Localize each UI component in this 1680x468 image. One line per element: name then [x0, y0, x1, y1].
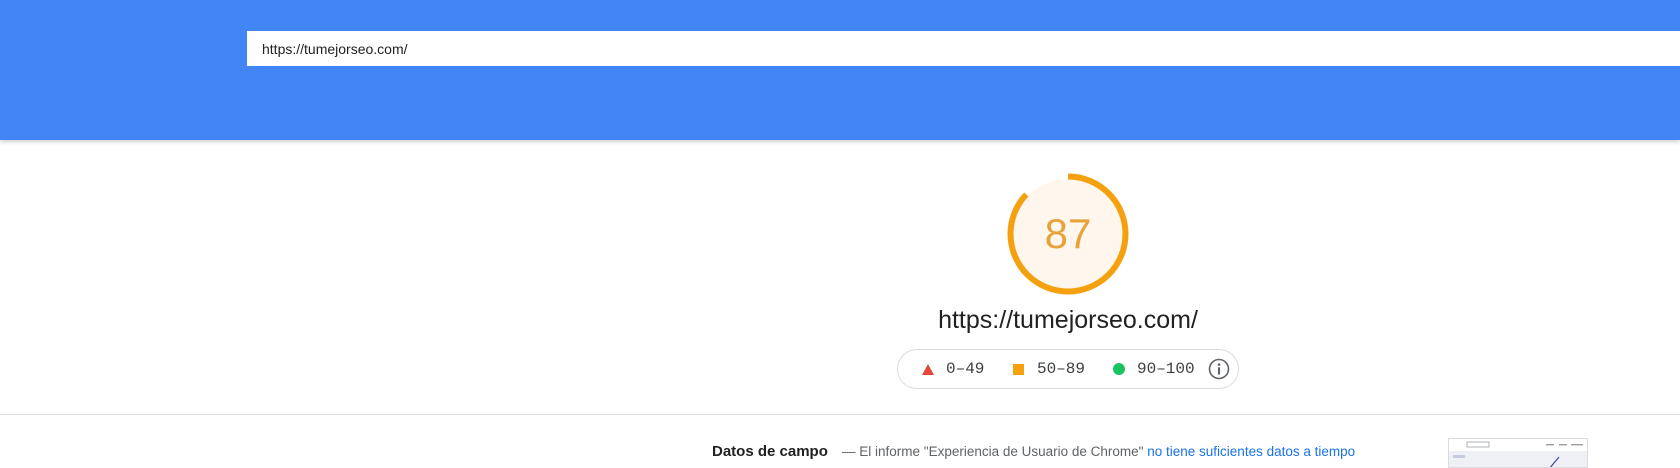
square-average-icon — [1013, 364, 1024, 375]
field-data-dash: — — [842, 444, 856, 459]
page-screenshot-thumbnail — [1448, 438, 1588, 468]
audited-url: https://tumejorseo.com/ — [938, 306, 1198, 334]
field-data-title: Datos de campo — [712, 443, 828, 460]
triangle-fail-icon — [922, 364, 934, 375]
legend-label-pass: 90–100 — [1137, 360, 1195, 378]
performance-score-gauge: 87 — [1005, 171, 1131, 297]
circle-pass-icon — [1113, 363, 1125, 375]
header-bar — [0, 0, 1680, 140]
url-input[interactable] — [247, 31, 1680, 66]
section-divider — [0, 414, 1680, 415]
score-legend: 0–49 50–89 90–100 — [897, 349, 1239, 389]
info-icon[interactable] — [1208, 358, 1230, 380]
legend-label-average: 50–89 — [1037, 360, 1086, 378]
legend-label-fail: 0–49 — [946, 360, 985, 378]
field-data-text: El informe "Experiencia de Usuario de Ch… — [859, 444, 1144, 459]
field-data-description: — El informe "Experiencia de Usuario de … — [842, 444, 1355, 459]
score-value: 87 — [1044, 210, 1092, 257]
thumbnail-preview — [1449, 441, 1587, 467]
field-data-link[interactable]: no tiene suficientes datos a tiempo — [1147, 444, 1355, 459]
